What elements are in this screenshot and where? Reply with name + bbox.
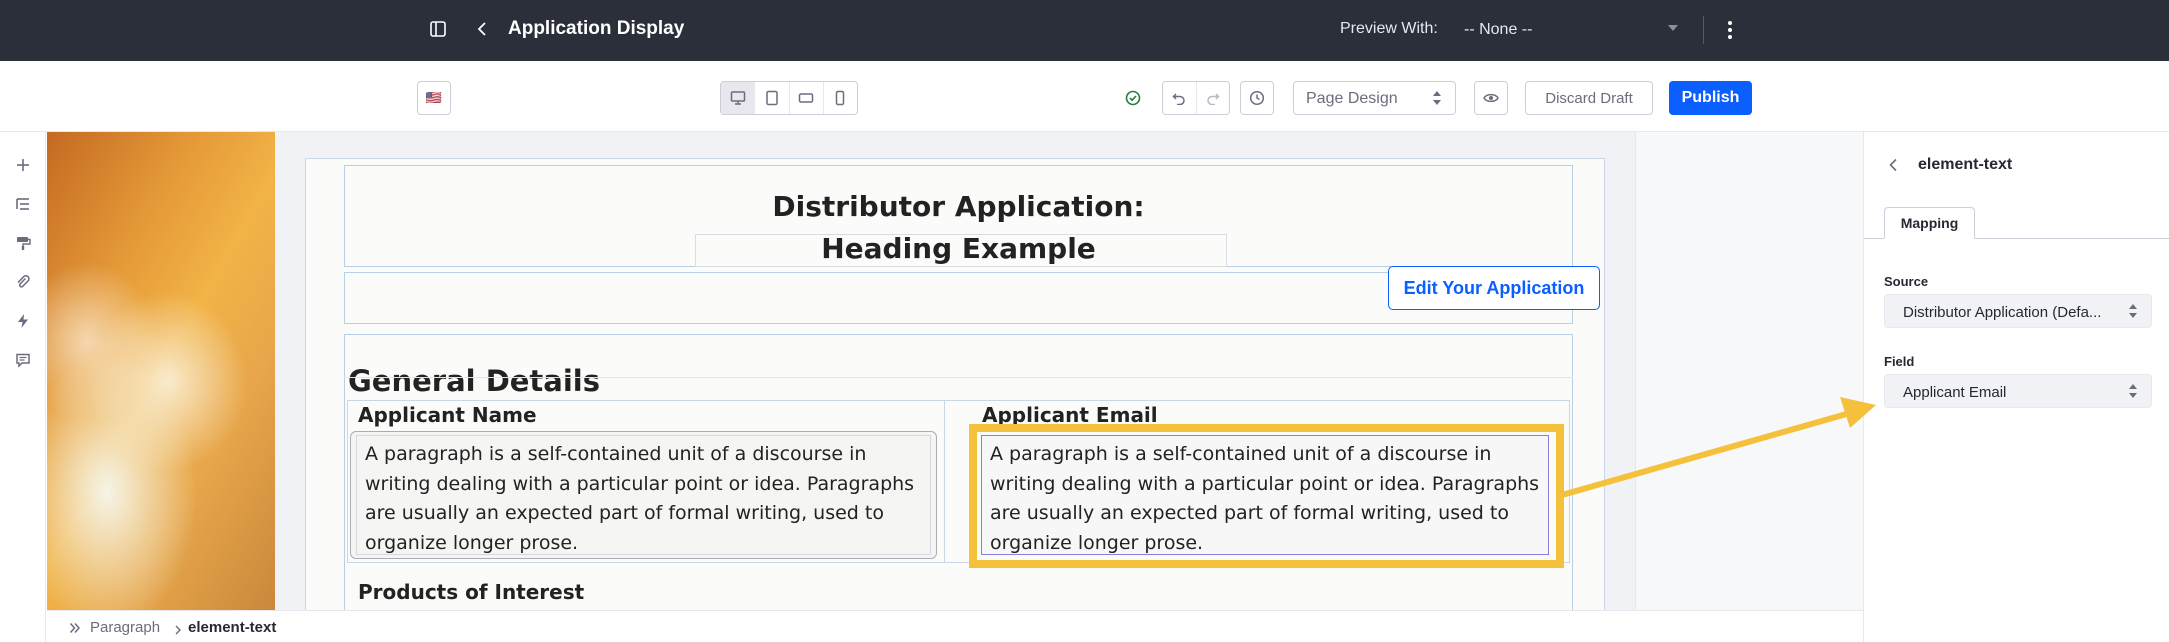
- applicant-email-paragraph[interactable]: A paragraph is a self-contained unit of …: [981, 435, 1549, 555]
- comments-icon[interactable]: [13, 350, 33, 370]
- heading-container[interactable]: Distributor Application: Heading Example: [344, 165, 1573, 267]
- panel-back-icon[interactable]: [1888, 158, 1898, 177]
- landscape-phone-device-button[interactable]: [790, 82, 824, 114]
- publish-label: Publish: [1681, 89, 1740, 106]
- tablet-device-button[interactable]: [755, 82, 790, 114]
- add-fragments-icon[interactable]: [13, 155, 33, 175]
- landscape-phone-icon: [798, 93, 814, 103]
- preview-button[interactable]: [1474, 81, 1508, 115]
- select-arrows-icon: [2129, 384, 2137, 400]
- source-label: Source: [1884, 274, 1929, 289]
- language-selector-button[interactable]: 🇺🇸: [417, 81, 451, 115]
- device-preview-group: [720, 81, 858, 115]
- field-label: Field: [1884, 354, 1915, 369]
- field-select[interactable]: Applicant Email: [1884, 374, 2152, 408]
- breadcrumb-item-paragraph[interactable]: Paragraph: [90, 619, 160, 636]
- breadcrumb-item-element-text[interactable]: element-text: [188, 619, 276, 636]
- chevron-down-icon: [1668, 25, 1678, 31]
- undo-redo-group: [1162, 81, 1230, 115]
- edit-application-label: Edit Your Application: [1403, 277, 1585, 298]
- options-kebab-icon[interactable]: [1727, 20, 1733, 45]
- page-container: Distributor Application: Heading Example…: [305, 158, 1605, 610]
- eye-icon: [1483, 93, 1499, 103]
- saved-check-icon: [1125, 90, 1141, 111]
- divider: [1703, 16, 1704, 44]
- page-design-value: Page Design: [1306, 90, 1398, 107]
- heading-line-2: Heading Example: [821, 232, 1096, 265]
- back-icon[interactable]: [476, 21, 488, 42]
- section-title: General Details: [348, 364, 601, 398]
- paint-roller-icon[interactable]: [13, 233, 33, 253]
- configuration-panel: element-text Mapping Source Distributor …: [1863, 132, 2169, 642]
- heading-line-1: Distributor Application:: [772, 190, 1145, 223]
- publish-button[interactable]: Publish: [1669, 81, 1752, 115]
- select-arrows-icon: [1433, 91, 1441, 107]
- portrait-phone-icon: [836, 90, 845, 106]
- panel-title: element-text: [1918, 156, 2013, 173]
- edit-application-button[interactable]: Edit Your Application: [1388, 266, 1600, 310]
- products-of-interest-label: Products of Interest: [358, 580, 585, 604]
- canvas-right-margin: [1635, 132, 1863, 610]
- desktop-icon: [730, 91, 745, 105]
- tablet-icon: [766, 90, 778, 106]
- applicant-name-paragraph[interactable]: A paragraph is a self-contained unit of …: [356, 435, 931, 555]
- divider: [344, 377, 1573, 378]
- sidebar-toggle-icon[interactable]: [430, 21, 446, 42]
- source-select[interactable]: Distributor Application (Defa...: [1884, 294, 2152, 328]
- column-divider: [944, 400, 945, 563]
- discard-draft-label: Discard Draft: [1545, 89, 1633, 107]
- breadcrumb: Paragraph element-text: [47, 610, 1863, 642]
- select-arrows-icon: [2129, 304, 2137, 320]
- double-chevron-right-icon[interactable]: [69, 621, 81, 638]
- us-flag-icon: 🇺🇸: [425, 90, 443, 105]
- field-select-value: Applicant Email: [1903, 384, 2007, 401]
- page-canvas: Distributor Application: Heading Example…: [275, 132, 1635, 610]
- applicant-email-label: Applicant Email: [982, 403, 1158, 427]
- preview-with-label: Preview With:: [1340, 20, 1438, 37]
- editor-toolbar: 🇺🇸 Page Design Discard Draft Publish: [0, 61, 2169, 132]
- history-clock-icon: [1249, 90, 1265, 106]
- bolt-icon[interactable]: [13, 311, 33, 331]
- undo-icon: [1172, 93, 1185, 105]
- top-navigation-bar: Application Display Preview With: -- Non…: [0, 0, 2169, 61]
- chevron-right-icon: [174, 622, 182, 639]
- page-title: Application Display: [508, 18, 685, 39]
- page-design-select[interactable]: Page Design: [1293, 81, 1456, 115]
- browser-tree-icon[interactable]: [13, 194, 33, 214]
- preview-with-select[interactable]: -- None --: [1454, 12, 1684, 48]
- applicant-name-label: Applicant Name: [358, 403, 537, 427]
- paperclip-icon[interactable]: [13, 272, 33, 292]
- portrait-phone-device-button[interactable]: [824, 82, 857, 114]
- background-image: [47, 132, 275, 610]
- desktop-device-button[interactable]: [721, 82, 756, 114]
- source-select-value: Distributor Application (Defa...: [1903, 304, 2102, 321]
- redo-button[interactable]: [1197, 82, 1230, 114]
- left-sidebar: [0, 132, 46, 642]
- redo-icon: [1207, 93, 1220, 105]
- undo-button[interactable]: [1163, 82, 1197, 114]
- preview-select-value: -- None --: [1464, 21, 1533, 38]
- tab-mapping[interactable]: Mapping: [1884, 207, 1975, 239]
- tab-mapping-label: Mapping: [1900, 215, 1959, 231]
- discard-draft-button[interactable]: Discard Draft: [1525, 81, 1653, 115]
- history-button[interactable]: [1240, 81, 1274, 115]
